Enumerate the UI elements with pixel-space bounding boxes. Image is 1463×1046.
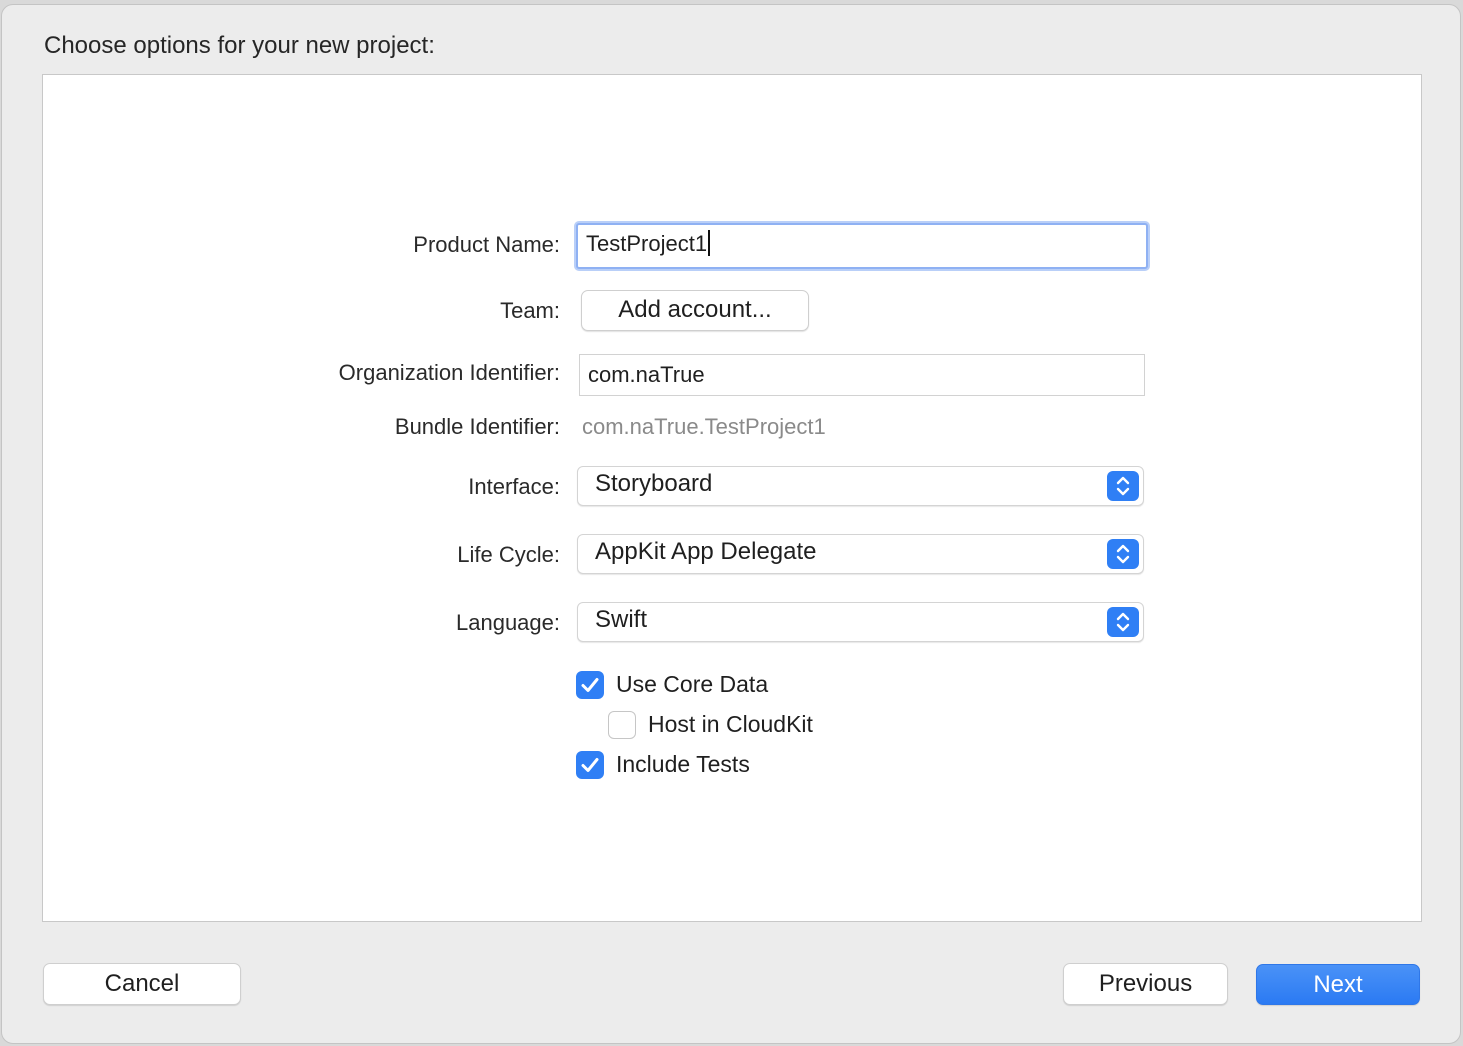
interface-label: Interface: [468,474,560,499]
interface-selected-value: Storyboard [595,470,713,497]
organization-identifier-field[interactable]: com.naTrue [579,354,1145,396]
up-down-chevron-icon [1107,607,1139,637]
language-label: Language: [456,610,560,635]
team-label: Team: [500,298,560,323]
organization-identifier-label: Organization Identifier: [338,360,560,385]
product-name-label: Product Name: [413,232,560,257]
add-account-button[interactable]: Add account... [581,290,809,331]
bundle-identifier-value: com.naTrue.TestProject1 [582,414,826,439]
product-name-value: TestProject1 [586,231,708,256]
up-down-chevron-icon [1107,539,1139,569]
checkmark-icon [581,758,599,772]
host-in-cloudkit-checkbox[interactable] [608,711,636,739]
language-selected-value: Swift [595,606,648,633]
life-cycle-popup[interactable]: AppKit App Delegate [577,534,1144,574]
bundle-identifier-label: Bundle Identifier: [394,414,560,439]
up-down-chevron-icon [1107,471,1139,501]
host-in-cloudkit-label[interactable]: Host in CloudKit [648,711,813,738]
life-cycle-selected-value: AppKit App Delegate [595,538,817,565]
use-core-data-checkbox[interactable] [576,671,604,699]
include-tests-checkbox[interactable] [576,751,604,779]
text-caret [708,230,711,257]
previous-button[interactable]: Previous [1063,963,1228,1005]
include-tests-label[interactable]: Include Tests [616,751,750,778]
language-popup[interactable]: Swift [577,602,1144,642]
product-name-field[interactable]: TestProject1 [576,223,1148,269]
life-cycle-label: Life Cycle: [457,542,560,567]
cancel-button[interactable]: Cancel [43,963,241,1005]
use-core-data-label[interactable]: Use Core Data [616,671,768,698]
next-button[interactable]: Next [1256,964,1420,1005]
dialog-title: Choose options for your new project: [44,32,435,59]
checkmark-icon [581,678,599,692]
interface-popup[interactable]: Storyboard [577,466,1144,506]
